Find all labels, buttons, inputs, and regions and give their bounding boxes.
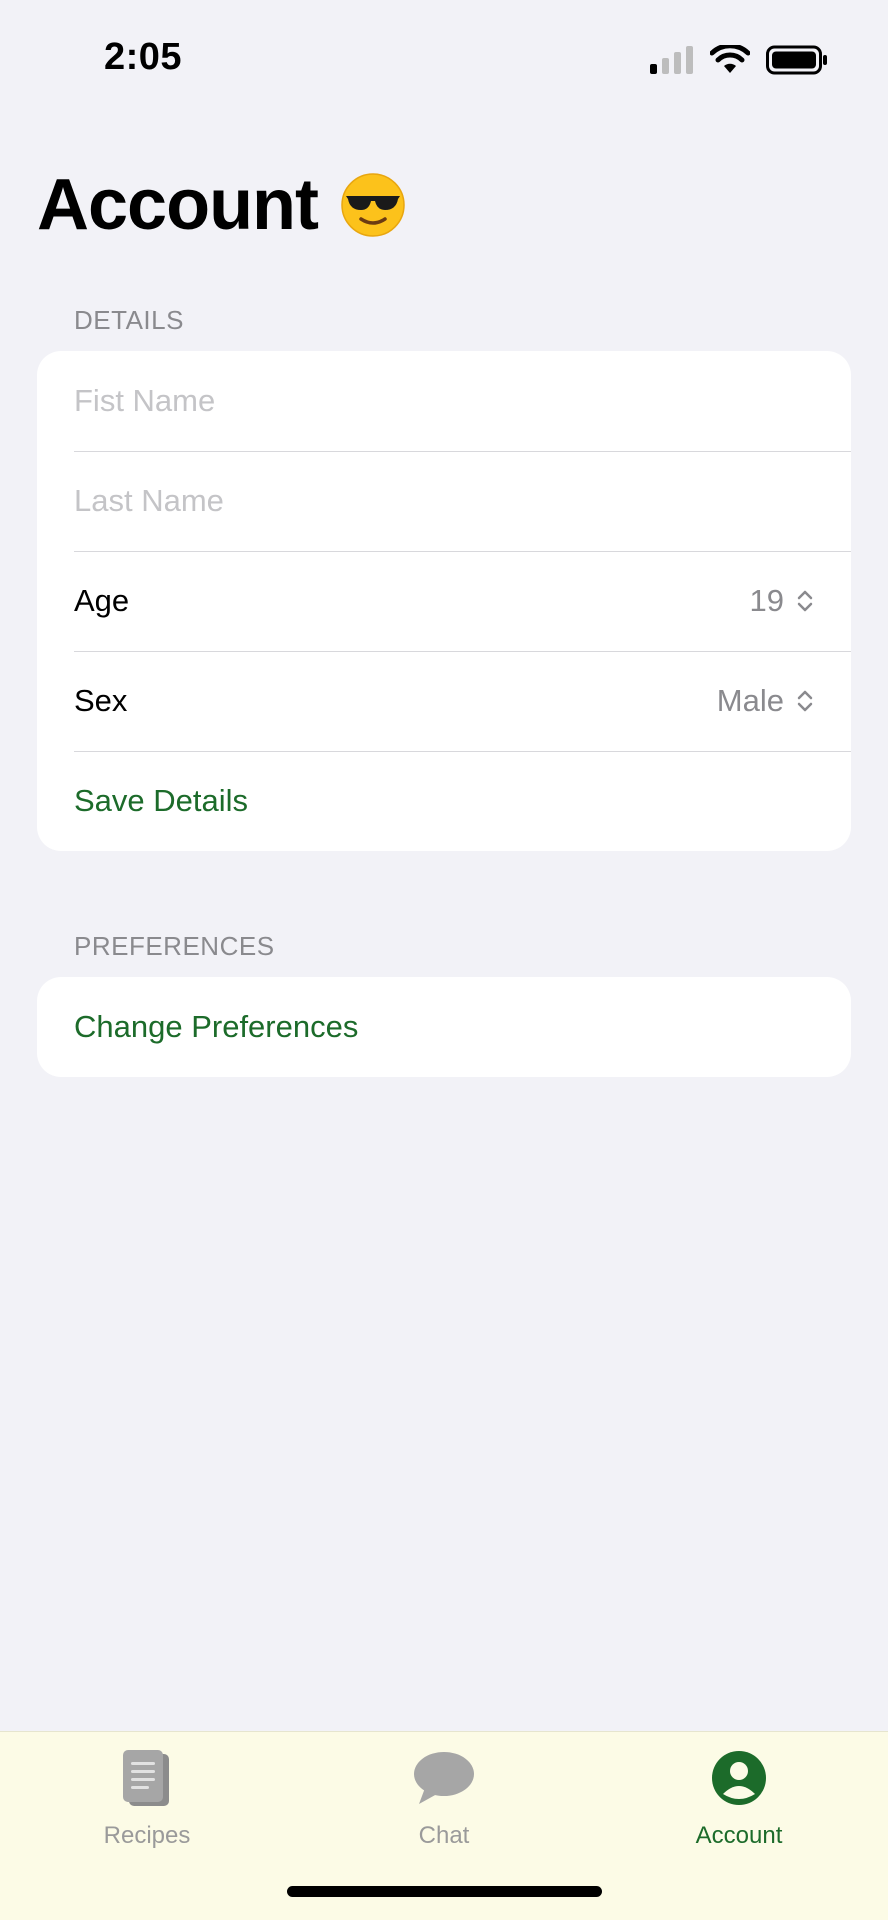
sex-value: Male <box>716 683 784 718</box>
account-screen: 2:05 Account DETAILS Fist Name Last Name… <box>0 0 888 1920</box>
preferences-card: Change Preferences <box>37 977 851 1077</box>
first-name-field[interactable]: Fist Name <box>37 351 851 451</box>
change-preferences-button[interactable]: Change Preferences <box>37 977 851 1077</box>
preferences-section-header: PREFERENCES <box>74 931 275 961</box>
first-name-placeholder: Fist Name <box>74 383 216 418</box>
home-indicator[interactable] <box>287 1886 602 1897</box>
status-icons <box>650 44 828 76</box>
details-section-header: DETAILS <box>74 305 184 335</box>
tab-chat[interactable]: Chat <box>354 1746 534 1856</box>
save-details-button[interactable]: Save Details <box>37 751 851 851</box>
tab-account-label: Account <box>695 1822 783 1849</box>
tab-recipes-label: Recipes <box>103 1822 191 1849</box>
age-value: 19 <box>749 583 784 618</box>
chevron-up-down-icon <box>797 690 813 712</box>
age-label: Age <box>74 583 130 618</box>
chat-bubble-icon <box>412 1746 476 1810</box>
cellular-signal-icon <box>650 46 693 74</box>
tab-recipes[interactable]: Recipes <box>57 1746 237 1856</box>
status-bar: 2:05 <box>0 0 888 120</box>
sex-picker[interactable]: Male <box>717 683 814 719</box>
tab-account[interactable]: Account <box>649 1746 829 1856</box>
last-name-placeholder: Last Name <box>74 483 224 518</box>
battery-icon <box>766 45 827 75</box>
chevron-up-down-icon <box>797 590 813 612</box>
sex-row: Sex Male <box>37 651 851 751</box>
smiling-face-with-sunglasses-icon <box>341 173 405 237</box>
details-card: Fist Name Last Name Age 19 Sex Male Save… <box>37 351 851 851</box>
tab-chat-label: Chat <box>418 1822 470 1849</box>
page-title-text: Account <box>37 165 319 245</box>
person-circle-icon <box>707 1746 771 1810</box>
page-title: Account <box>37 164 406 246</box>
change-preferences-label: Change Preferences <box>74 1009 359 1044</box>
status-time: 2:05 <box>104 36 183 78</box>
save-details-label: Save Details <box>74 783 249 818</box>
age-row: Age 19 <box>37 551 851 651</box>
sex-label: Sex <box>74 683 128 718</box>
last-name-field[interactable]: Last Name <box>37 451 851 551</box>
wifi-icon <box>710 45 750 73</box>
age-picker[interactable]: 19 <box>750 583 814 619</box>
recipe-book-icon <box>115 1746 179 1810</box>
